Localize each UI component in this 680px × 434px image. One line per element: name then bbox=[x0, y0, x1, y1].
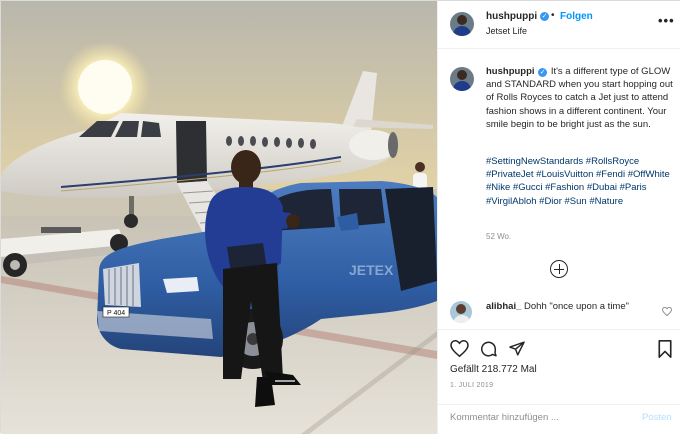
comment-bubble-icon[interactable] bbox=[479, 340, 498, 358]
caption-text-block: hushpuppi ✓ It's a different type of GLO… bbox=[486, 65, 676, 131]
post-side-panel: hushpuppi ✓ • Folgen Jetset Life ••• hus… bbox=[437, 1, 680, 434]
comment-body: Dohh "once upon a time" bbox=[524, 301, 629, 312]
author-username[interactable]: hushpuppi bbox=[486, 11, 537, 22]
caption-hashtags[interactable]: #SettingNewStandards #RollsRoyce #Privat… bbox=[486, 155, 674, 208]
post-location[interactable]: Jetset Life bbox=[486, 26, 527, 36]
more-options-icon[interactable]: ••• bbox=[658, 13, 675, 28]
commenter-username[interactable]: alibhai_ bbox=[486, 301, 521, 312]
post-date: 1. JULI 2019 bbox=[450, 382, 494, 389]
add-comment-bar: Kommentar hinzufügen ... Posten bbox=[438, 404, 680, 434]
like-count[interactable]: Gefällt 218.772 Mal bbox=[450, 364, 537, 375]
commenter-avatar[interactable] bbox=[450, 301, 472, 323]
post-header: hushpuppi ✓ • Folgen Jetset Life ••• bbox=[438, 1, 680, 49]
caption-username[interactable]: hushpuppi bbox=[486, 66, 535, 77]
comment-like-icon[interactable] bbox=[662, 307, 672, 316]
instagram-post: P 404 JETEX hushpuppi ✓ • Folgen Jetset … bbox=[0, 0, 680, 434]
caption-age: 52 Wo. bbox=[486, 232, 512, 241]
separator-dot: • bbox=[551, 10, 555, 21]
add-comment-input[interactable]: Kommentar hinzufügen ... bbox=[450, 412, 630, 423]
car-door-logo: JETEX bbox=[349, 262, 394, 278]
post-comment-button[interactable]: Posten bbox=[642, 412, 672, 423]
post-photo[interactable]: P 404 JETEX bbox=[1, 1, 437, 434]
author-avatar[interactable] bbox=[450, 12, 474, 36]
caption-avatar[interactable] bbox=[450, 67, 474, 91]
like-heart-icon[interactable] bbox=[450, 340, 469, 357]
comment-text-block: alibhai_ Dohh "once upon a time" bbox=[486, 301, 658, 314]
jet-and-car-scene: P 404 JETEX bbox=[1, 1, 437, 434]
share-paper-plane-icon[interactable] bbox=[508, 340, 526, 357]
follow-button[interactable]: Folgen bbox=[560, 11, 593, 22]
verified-badge-icon: ✓ bbox=[540, 12, 549, 21]
load-more-comments-icon[interactable] bbox=[550, 260, 568, 278]
caption-verified-badge-icon: ✓ bbox=[538, 68, 548, 77]
save-bookmark-icon[interactable] bbox=[658, 340, 672, 358]
car-plate: P 404 bbox=[107, 310, 125, 317]
